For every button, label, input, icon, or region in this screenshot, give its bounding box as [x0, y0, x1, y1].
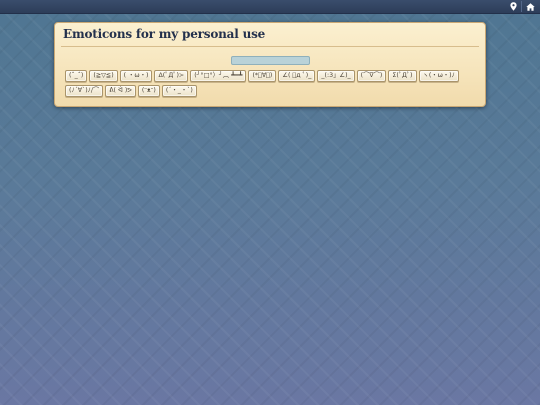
emoticon-panel: Emoticons for my personal use (ˆ_ˆ) (≧▽≦… [54, 22, 486, 107]
emoticon-button[interactable]: (ˆ_ˆ) [65, 70, 88, 82]
emoticon-button[interactable]: (⌒∇⌒) [356, 70, 387, 82]
emoticon-button[interactable]: (╯°□°）╯︵ ┻━┻ [190, 70, 247, 82]
page-title: Emoticons for my personal use [63, 27, 266, 41]
emoticon-button[interactable]: ヽ(・ω・)ﾉ [418, 70, 459, 82]
emoticon-button[interactable]: (ᵔᴥᵔ) [137, 85, 160, 97]
emoticon-button[interactable]: Σ(ﾟДﾟ) [388, 70, 417, 82]
copy-output-field[interactable] [231, 56, 310, 65]
emoticon-button[interactable]: ∠( ﾟд ﾟ)_ [278, 70, 316, 82]
title-divider [61, 46, 479, 47]
home-icon[interactable] [522, 1, 538, 12]
emoticon-button[interactable]: ᕕ( ᐛ )ᕗ [105, 85, 136, 97]
emoticon-button[interactable]: (≧▽≦) [89, 70, 118, 82]
top-bar [0, 0, 540, 14]
emoticon-button[interactable]: _(:3」∠)_ [317, 70, 355, 82]
emoticon-button[interactable]: (*ﾟ∀ﾟ) [248, 70, 277, 82]
emoticon-button[interactable]: (´・_・`) [161, 85, 197, 97]
emoticon-button-grid: (ˆ_ˆ) (≧▽≦) ( ・ω・) Δ(ﾟДﾟ)≻ (╯°□°）╯︵ ┻━┻ … [65, 70, 475, 97]
emoticon-button[interactable]: (ﾉ´∀`)ﾉ/⌒ [65, 85, 104, 97]
map-marker-icon[interactable] [505, 1, 521, 12]
emoticon-button[interactable]: ( ・ω・) [119, 70, 153, 82]
emoticon-button[interactable]: Δ(ﾟДﾟ)≻ [154, 70, 189, 82]
